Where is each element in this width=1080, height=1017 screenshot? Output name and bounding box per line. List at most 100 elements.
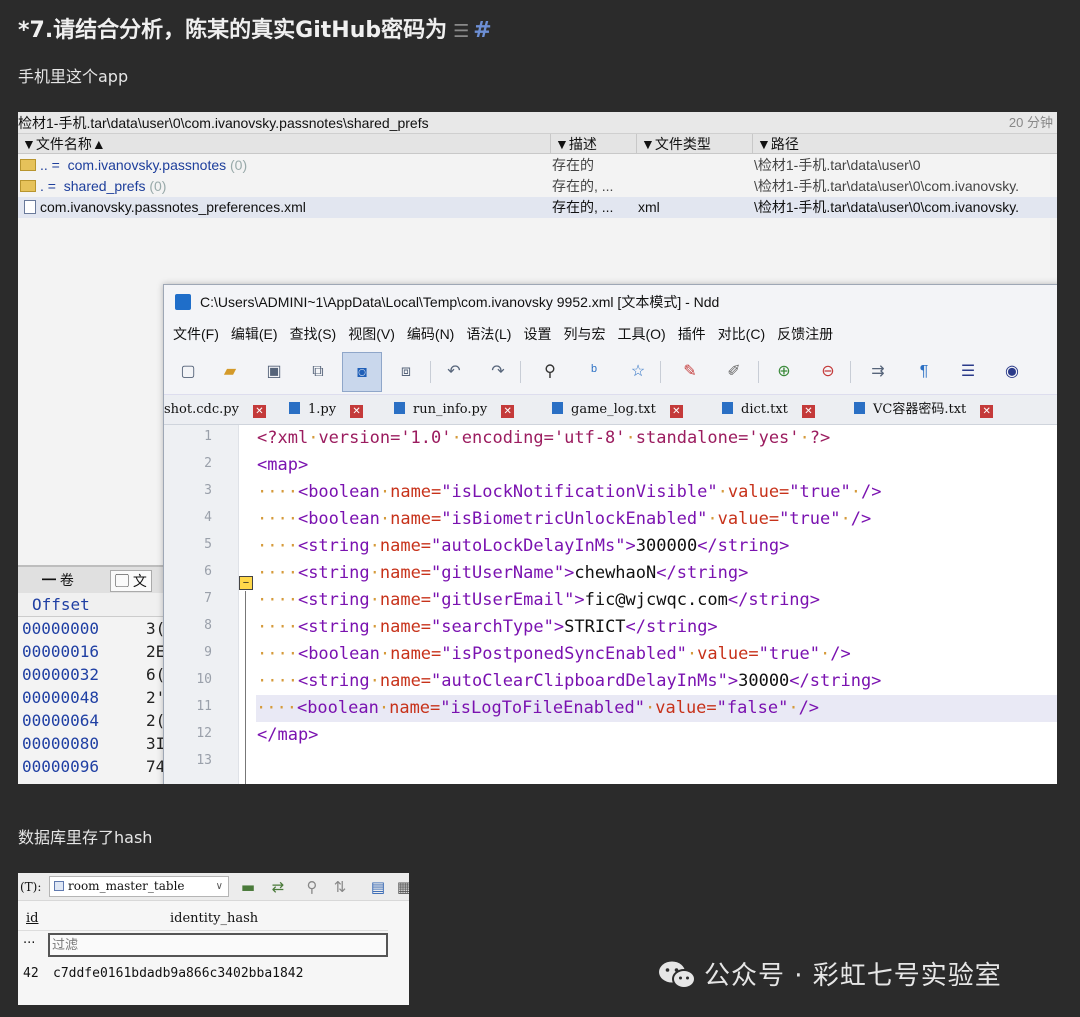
tab-file[interactable]: ▢ 文 xyxy=(110,570,152,592)
autosave-icon[interactable]: ◙ xyxy=(342,352,382,392)
screenshot-file-explorer: 检材1-手机.tar\data\user\0\com.ivanovsky.pas… xyxy=(18,112,1057,784)
zoom-out-icon[interactable]: ⊖ xyxy=(814,358,842,386)
menu-view[interactable]: 视图(V) xyxy=(348,326,395,342)
file-row[interactable]: .. = com.ivanovsky.passnotes (0) 存在的 \检材… xyxy=(18,155,1057,176)
line-number: 13 xyxy=(196,753,212,768)
code-line-7[interactable]: ····<string·name="gitUserEmail">fic@wjcw… xyxy=(257,587,820,614)
save-icon[interactable]: ▦ xyxy=(394,877,409,897)
close-icon[interactable]: ✕ xyxy=(669,405,683,418)
filter-input[interactable]: 过滤 xyxy=(48,933,388,957)
close-icon[interactable]: ✕ xyxy=(350,405,364,418)
close-icon[interactable]: ✕ xyxy=(801,405,815,418)
new-record-icon[interactable]: ▬ xyxy=(238,877,258,897)
hex-offset-header: Offset xyxy=(18,593,168,617)
menu-macro[interactable]: 列与宏 xyxy=(563,326,605,342)
menu-compare[interactable]: 对比(C) xyxy=(718,326,765,342)
fold-toggle-icon[interactable]: − xyxy=(239,576,253,590)
new-file-icon[interactable]: ▢ xyxy=(174,358,202,386)
undo-icon[interactable]: ↶ xyxy=(440,358,468,386)
tab-1-py[interactable]: 1.py ✕ xyxy=(289,395,364,424)
zoom-in-icon[interactable]: ⊕ xyxy=(770,358,798,386)
line-number: 5 xyxy=(204,537,212,552)
toolbar: ▢ ▰ ▣ ⧉ ◙ ⧈ ↶ ↷ ⚲ ᵇ ☆ ✎ ✐ ⊕ ⊖ ⇉ ¶ ☰ ◉ xyxy=(164,349,1057,395)
file-row[interactable]: . = shared_prefs (0) 存在的, ... \检材1-手机.ta… xyxy=(18,176,1057,197)
row-path: \检材1-手机.tar\data\user\0\com.ivanovsky. xyxy=(754,178,1020,194)
code-line-5[interactable]: ····<string·name="autoLockDelayInMs">300… xyxy=(257,533,789,560)
table-row[interactable]: 42 c7ddfe0161bdadb9a866c3402bba1842 xyxy=(18,961,388,987)
chevron-down-icon: ∨ xyxy=(215,881,223,892)
code-line-4[interactable]: ····<boolean·name="isBiometricUnlockEnab… xyxy=(257,506,871,533)
redo-icon[interactable]: ↷ xyxy=(484,358,512,386)
close-icon[interactable]: ✕ xyxy=(252,405,266,418)
col-filename[interactable]: ▼文件名称▲ xyxy=(18,134,106,154)
wechat-icon xyxy=(659,961,696,989)
indent-guide-icon[interactable]: ☰ xyxy=(954,358,982,386)
section-heading: *7.请结合分析，陈某的真实GitHub密码为 ☰ # xyxy=(18,12,492,44)
menu-encoding[interactable]: 编码(N) xyxy=(407,326,454,342)
menu-file[interactable]: 文件(F) xyxy=(173,326,219,342)
code-line-9[interactable]: ····<boolean·name="isPostponedSyncEnable… xyxy=(257,641,851,668)
refresh-icon[interactable]: ⇄ xyxy=(268,877,288,897)
menu-bar: 文件(F) 编辑(E) 查找(S) 视图(V) 编码(N) 语法(L) 设置 列与宏 工具(O)… xyxy=(164,319,1057,349)
row-name: . = shared_prefs (0) xyxy=(20,176,166,197)
row-path: \检材1-手机.tar\data\user\0\com.ivanovsky. xyxy=(754,199,1020,215)
tab-dict[interactable]: dict.txt ✕ xyxy=(722,395,815,424)
fold-line xyxy=(245,591,246,784)
col-path[interactable]: ▼路径 xyxy=(752,134,799,154)
code-line-3[interactable]: ····<boolean·name="isLockNotificationVis… xyxy=(257,479,881,506)
save-icon[interactable]: ▣ xyxy=(260,358,288,386)
col-description[interactable]: ▼描述 xyxy=(550,134,597,154)
file-list-header: ▼文件名称▲ ▼描述 ▼文件类型 ▼路径 xyxy=(18,134,1057,154)
tab-run-info[interactable]: run_info.py ✕ xyxy=(394,395,515,424)
col-identity-hash[interactable]: identity_hash xyxy=(170,907,258,931)
table-label: (T): xyxy=(20,880,42,894)
menu-edit[interactable]: 编辑(E) xyxy=(231,326,278,342)
find-icon[interactable]: ⚲ xyxy=(536,358,564,386)
code-line-12[interactable]: </map> xyxy=(257,722,318,749)
replace-icon[interactable]: ᵇ xyxy=(580,358,608,386)
code-line-10[interactable]: ····<string·name="autoClearClipboardDela… xyxy=(257,668,881,695)
menu-find[interactable]: 查找(S) xyxy=(290,326,337,342)
col-id[interactable]: id xyxy=(26,907,38,931)
row-desc: 存在的, ... xyxy=(552,199,614,215)
cell-identity-hash: c7ddfe0161bdadb9a866c3402bba1842 xyxy=(53,966,304,981)
close-icon[interactable]: ✕ xyxy=(980,405,994,418)
hex-row: 00000096 74 xyxy=(22,757,166,776)
sort-icon[interactable]: ⇅ xyxy=(330,877,350,897)
list-icon[interactable]: ☰ xyxy=(453,21,469,42)
code-line-6[interactable]: ····<string·name="gitUserName">chewhaoN<… xyxy=(257,560,748,587)
col-filetype[interactable]: ▼文件类型 xyxy=(636,134,711,154)
table-select[interactable]: room_master_table ∨ xyxy=(49,876,229,897)
record-icon[interactable]: ◉ xyxy=(998,358,1026,386)
tab-volume[interactable]: ━ 卷 xyxy=(42,567,74,593)
code-line-1[interactable]: <?xml·version='1.0'·encoding='utf-8'·sta… xyxy=(257,425,830,452)
bottom-pane-tabs: ━ 卷 ▢ 文 xyxy=(18,565,168,593)
menu-settings[interactable]: 设置 xyxy=(523,326,551,342)
print-icon[interactable]: ▤ xyxy=(368,877,388,897)
mark-icon[interactable]: ✎ xyxy=(676,358,704,386)
anchor-link[interactable]: # xyxy=(473,18,491,43)
save-all-icon[interactable]: ⧉ xyxy=(304,358,332,386)
menu-syntax[interactable]: 语法(L) xyxy=(466,326,511,342)
close-file-icon[interactable]: ⧈ xyxy=(392,358,420,386)
menu-feedback[interactable]: 反馈注册 xyxy=(777,326,833,342)
tab-game-log[interactable]: game_log.txt ✕ xyxy=(552,395,683,424)
paragraph-hash: 数据库里存了hash xyxy=(18,828,153,847)
menu-plugins[interactable]: 插件 xyxy=(678,326,706,342)
close-icon[interactable]: ✕ xyxy=(501,405,515,418)
code-line-8[interactable]: ····<string·name="searchType">STRICT</st… xyxy=(257,614,718,641)
code-line-11-current[interactable]: ····<boolean·name="isLogToFileEnabled"·v… xyxy=(256,695,1057,722)
file-icon xyxy=(722,402,733,414)
tab-shot-cdc[interactable]: shot.cdc.py ✕ xyxy=(164,395,266,424)
file-row-selected[interactable]: com.ivanovsky.passnotes_preferences.xml … xyxy=(18,197,1057,218)
clear-filter-icon[interactable]: ⚲ xyxy=(302,877,322,897)
show-symbols-icon[interactable]: ¶ xyxy=(910,358,938,386)
word-wrap-icon[interactable]: ⇉ xyxy=(864,358,892,386)
open-folder-icon[interactable]: ▰ xyxy=(216,358,244,386)
bookmark-icon[interactable]: ☆ xyxy=(624,358,652,386)
menu-tools[interactable]: 工具(O) xyxy=(617,326,665,342)
tab-vc-password[interactable]: VC容器密码.txt ✕ xyxy=(854,395,994,424)
clear-mark-icon[interactable]: ✐ xyxy=(720,358,748,386)
code-line-2[interactable]: <map> xyxy=(257,452,308,479)
item-count: 20 分钟 xyxy=(1008,115,1053,130)
